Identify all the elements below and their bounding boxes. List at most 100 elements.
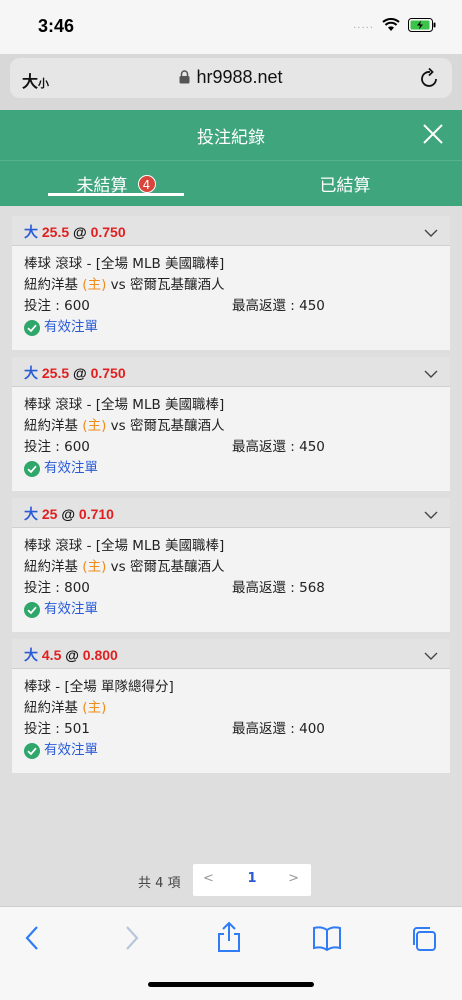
forward-arrow-icon[interactable] [124, 925, 140, 955]
bet-at: @ [65, 647, 79, 663]
address-bar[interactable]: 大小 hr9988.net [10, 58, 452, 98]
url-display[interactable]: hr9988.net [10, 67, 452, 89]
bet-status: 有效注單 [24, 599, 438, 620]
lock-icon [179, 68, 190, 89]
bet-status: 有效注單 [24, 458, 438, 479]
bet-league: 棒球 滾球 - [全場 MLB 美國職棒] [24, 256, 225, 272]
bet-at: @ [73, 365, 87, 381]
close-icon[interactable] [422, 123, 444, 149]
status-indicators: ..... [353, 18, 436, 32]
bet-status-label: 有效注單 [44, 319, 98, 335]
bet-card: 大 4.5 @ 0.800 棒球 - [全場 單隊總得分] 紐約洋基 (主) 投… [12, 639, 450, 773]
bet-card: 大 25.5 @ 0.750 棒球 滾球 - [全場 MLB 美國職棒] 紐約洋… [12, 216, 450, 350]
bet-odds: 0.710 [78, 506, 114, 522]
bet-stake: 投注 : 600 [24, 439, 90, 455]
bet-league: 棒球 滾球 - [全場 MLB 美國職棒] [24, 397, 225, 413]
page-total: 共 4 項 [138, 876, 181, 891]
bet-card-header[interactable]: 大 25.5 @ 0.750 [12, 216, 450, 246]
pagination: 共 4 項 < 1 > [0, 864, 462, 896]
tab-unsettled[interactable]: 未結算 4 [48, 161, 184, 206]
status-time: 3:46 [38, 16, 75, 36]
bet-match: 紐約洋基 (主) [24, 698, 438, 719]
team-home: 紐約洋基 [24, 700, 78, 716]
bet-card: 大 25.5 @ 0.750 棒球 滾球 - [全場 MLB 美國職棒] 紐約洋… [12, 357, 450, 491]
bet-status-label: 有效注單 [44, 601, 98, 617]
bet-status: 有效注單 [24, 317, 438, 338]
bookmarks-icon[interactable] [312, 925, 342, 955]
vs-label: vs [110, 418, 126, 434]
bet-max-return: 最高返還 : 450 [232, 439, 325, 455]
team-home: 紐約洋基 [24, 559, 78, 575]
home-tag: (主) [82, 418, 107, 434]
bet-match: 紐約洋基 (主) vs 密爾瓦基釀酒人 [24, 416, 438, 437]
home-tag: (主) [82, 277, 107, 293]
team-away: 密爾瓦基釀酒人 [129, 277, 225, 293]
bet-card-body: 棒球 滾球 - [全場 MLB 美國職棒] 紐約洋基 (主) vs 密爾瓦基釀酒… [12, 246, 450, 350]
check-circle-icon [24, 319, 40, 336]
team-away: 密爾瓦基釀酒人 [129, 559, 225, 575]
vs-label: vs [110, 277, 126, 293]
wifi-icon [382, 18, 400, 32]
bet-match: 紐約洋基 (主) vs 密爾瓦基釀酒人 [24, 557, 438, 578]
bet-amounts: 投注 : 600 最高返還 : 450 [24, 296, 438, 317]
bet-max-return: 最高返還 : 568 [232, 580, 325, 596]
signal-icon: ..... [353, 19, 374, 31]
bet-odds: 0.800 [82, 647, 118, 663]
chevron-down-icon[interactable] [424, 648, 438, 664]
bet-amounts: 投注 : 501 最高返還 : 400 [24, 719, 438, 740]
page-next-button[interactable]: > [288, 871, 299, 886]
check-circle-icon [24, 460, 40, 477]
bet-card: 大 25 @ 0.710 棒球 滾球 - [全場 MLB 美國職棒] 紐約洋基 … [12, 498, 450, 632]
bet-stake: 投注 : 800 [24, 580, 90, 596]
reload-icon[interactable] [420, 67, 440, 93]
modal-header: 投注紀錄 [0, 110, 462, 160]
bet-league: 棒球 滾球 - [全場 MLB 美國職棒] [24, 538, 225, 554]
bet-max-return: 最高返還 : 400 [232, 721, 325, 737]
back-arrow-icon[interactable] [24, 925, 40, 955]
bet-side: 大 [24, 224, 38, 240]
active-tab-indicator [48, 193, 184, 196]
bet-card-body: 棒球 - [全場 單隊總得分] 紐約洋基 (主) 投注 : 501 最高返還 : … [12, 669, 450, 773]
bet-at: @ [61, 506, 76, 522]
bet-odds: 0.750 [90, 224, 126, 240]
chevron-down-icon[interactable] [424, 366, 438, 382]
bet-card-header[interactable]: 大 4.5 @ 0.800 [12, 639, 450, 669]
bet-status-label: 有效注單 [44, 460, 98, 476]
tabs-icon[interactable] [410, 925, 438, 957]
share-icon[interactable] [216, 921, 242, 957]
bet-side: 大 [24, 647, 38, 663]
chevron-down-icon[interactable] [424, 507, 438, 523]
tab-settled-label: 已結算 [319, 176, 371, 196]
bet-odds: 0.750 [90, 365, 126, 381]
bet-card-header[interactable]: 大 25 @ 0.710 [12, 498, 450, 528]
bet-card-header[interactable]: 大 25.5 @ 0.750 [12, 357, 450, 387]
tab-bar: 未結算 4 已結算 [0, 160, 462, 206]
chevron-down-icon[interactable] [424, 225, 438, 241]
bet-stake: 投注 : 600 [24, 298, 90, 314]
home-tag: (主) [82, 559, 107, 575]
team-away: 密爾瓦基釀酒人 [129, 418, 225, 434]
bet-stake: 投注 : 501 [24, 721, 90, 737]
bet-league: 棒球 - [全場 單隊總得分] [24, 679, 174, 695]
bet-status-label: 有效注單 [44, 742, 98, 758]
bet-card-body: 棒球 滾球 - [全場 MLB 美國職棒] 紐約洋基 (主) vs 密爾瓦基釀酒… [12, 528, 450, 632]
bet-line: 4.5 [41, 647, 62, 663]
check-circle-icon [24, 601, 40, 618]
check-circle-icon [24, 742, 40, 759]
team-home: 紐約洋基 [24, 277, 78, 293]
vs-label: vs [110, 559, 126, 575]
url-text: hr9988.net [196, 67, 283, 87]
bet-status: 有效注單 [24, 740, 438, 761]
battery-icon [408, 18, 436, 32]
team-home: 紐約洋基 [24, 418, 78, 434]
pager: < 1 > [193, 864, 311, 896]
bet-line: 25.5 [41, 224, 70, 240]
bet-amounts: 投注 : 600 最高返還 : 450 [24, 437, 438, 458]
bet-match: 紐約洋基 (主) vs 密爾瓦基釀酒人 [24, 275, 438, 296]
bet-line: 25 [41, 506, 58, 522]
unsettled-count-badge: 4 [137, 174, 156, 193]
bet-side: 大 [24, 506, 38, 522]
tab-settled[interactable]: 已結算 [270, 161, 420, 206]
bet-line: 25.5 [41, 365, 70, 381]
bet-card-body: 棒球 滾球 - [全場 MLB 美國職棒] 紐約洋基 (主) vs 密爾瓦基釀酒… [12, 387, 450, 491]
